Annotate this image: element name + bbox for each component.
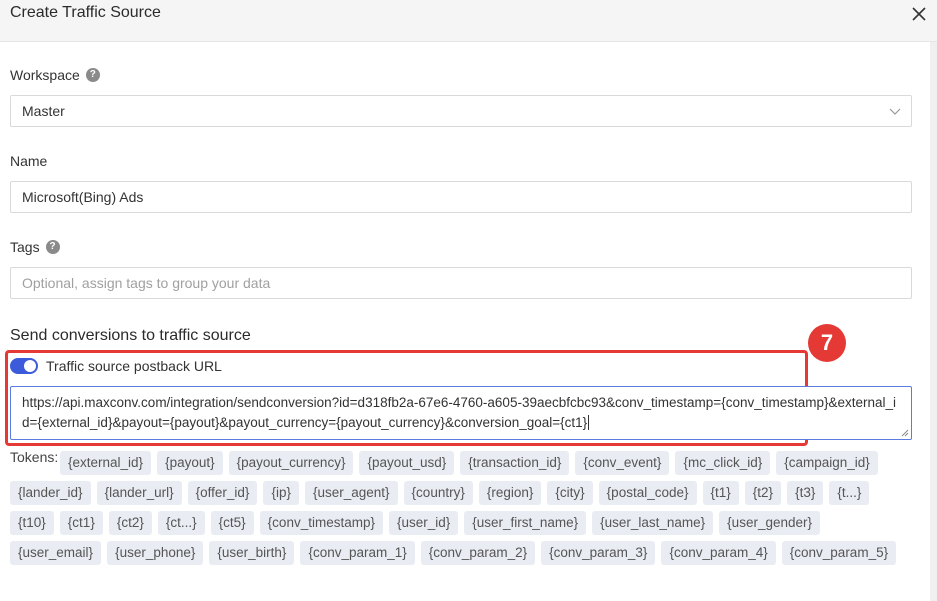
tags-label-row: Tags ? [10, 239, 60, 255]
postback-url-textarea[interactable]: https://api.maxconv.com/integration/send… [10, 386, 912, 440]
token-chip[interactable]: {conv_event} [575, 450, 670, 475]
token-chip[interactable]: {t2} [744, 480, 782, 505]
token-chip[interactable]: {user_id} [388, 510, 459, 535]
token-chip[interactable]: {campaign_id} [776, 450, 878, 475]
close-icon[interactable] [908, 3, 930, 25]
question-icon[interactable]: ? [45, 240, 60, 254]
name-input[interactable]: Microsoft(Bing) Ads [10, 181, 912, 213]
token-chip[interactable]: {payout_currency} [228, 450, 354, 475]
workspace-value: Master [22, 103, 65, 119]
section-title: Send conversions to traffic source [10, 327, 251, 344]
token-chip[interactable]: {user_last_name} [592, 510, 714, 535]
tags-label: Tags [10, 239, 40, 255]
token-chip[interactable]: {user_phone} [107, 540, 204, 565]
text-cursor [588, 415, 590, 430]
modal-title: Create Traffic Source [10, 4, 161, 21]
postback-toggle-row: Traffic source postback URL [10, 358, 222, 374]
token-chip[interactable]: {ct1} [59, 510, 103, 535]
token-chip[interactable]: {ip} [263, 480, 299, 505]
resize-handle-icon[interactable] [901, 429, 909, 437]
chevron-down-icon [889, 108, 901, 115]
token-chip[interactable]: {region} [478, 480, 542, 505]
token-chip[interactable]: {external_id} [60, 450, 152, 475]
name-label: Name [10, 153, 48, 169]
token-chip[interactable]: {t3} [787, 480, 824, 505]
token-chip[interactable]: {payout} [157, 450, 223, 475]
postback-toggle-label: Traffic source postback URL [46, 358, 222, 374]
question-icon[interactable]: ? [85, 68, 100, 82]
token-chip[interactable]: {lander_id} [10, 480, 91, 505]
token-chip[interactable]: {ct5} [210, 510, 254, 535]
token-chip[interactable]: {conv_param_4} [661, 540, 776, 565]
name-label-row: Name [10, 153, 47, 169]
step-badge: 7 [808, 324, 846, 362]
toggle-knob [24, 360, 36, 372]
token-chip[interactable]: {user_first_name} [464, 510, 587, 535]
token-chip[interactable]: {postal_code} [598, 480, 697, 505]
token-chip[interactable]: {t10} [10, 510, 54, 535]
token-chip[interactable]: {user_email} [10, 540, 102, 565]
workspace-label-row: Workspace ? [10, 67, 100, 83]
workspace-label: Workspace [10, 67, 80, 83]
token-chip[interactable]: {offer_id} [187, 480, 258, 505]
scrollbar[interactable] [930, 42, 937, 601]
postback-toggle[interactable] [10, 358, 38, 374]
tags-input[interactable]: Optional, assign tags to group your data [10, 267, 912, 299]
token-chip[interactable]: {conv_param_1} [300, 540, 415, 565]
postback-url-text: https://api.maxconv.com/integration/send… [22, 395, 897, 430]
modal-header: Create Traffic Source [0, 0, 937, 42]
token-chip[interactable]: {conv_timestamp} [259, 510, 383, 535]
token-chip[interactable]: {t1} [702, 480, 739, 505]
workspace-select[interactable]: Master [10, 95, 912, 127]
token-chip[interactable]: {country} [403, 480, 473, 505]
token-chip[interactable]: {user_birth} [209, 540, 295, 565]
tokens-list: {external_id} {payout} {payout_currency} {p… [10, 448, 910, 568]
token-chip[interactable]: {conv_param_3} [541, 540, 656, 565]
token-chip[interactable]: {mc_click_id} [675, 450, 771, 475]
token-chip[interactable]: {conv_param_5} [781, 540, 897, 565]
token-chip[interactable]: {ct2} [108, 510, 152, 535]
token-chip[interactable]: {city} [547, 480, 593, 505]
name-value: Microsoft(Bing) Ads [22, 189, 144, 205]
token-chip[interactable]: {t...} [829, 480, 870, 505]
token-chip[interactable]: {lander_url} [96, 480, 182, 505]
token-chip[interactable]: {transaction_id} [460, 450, 570, 475]
token-chip[interactable]: {user_agent} [304, 480, 398, 505]
token-chip[interactable]: {conv_param_2} [420, 540, 536, 565]
token-chip[interactable]: {user_gender} [719, 510, 820, 535]
token-chip[interactable]: {payout_usd} [359, 450, 455, 475]
token-chip[interactable]: {ct...} [157, 510, 205, 535]
tags-placeholder: Optional, assign tags to group your data [22, 275, 271, 291]
